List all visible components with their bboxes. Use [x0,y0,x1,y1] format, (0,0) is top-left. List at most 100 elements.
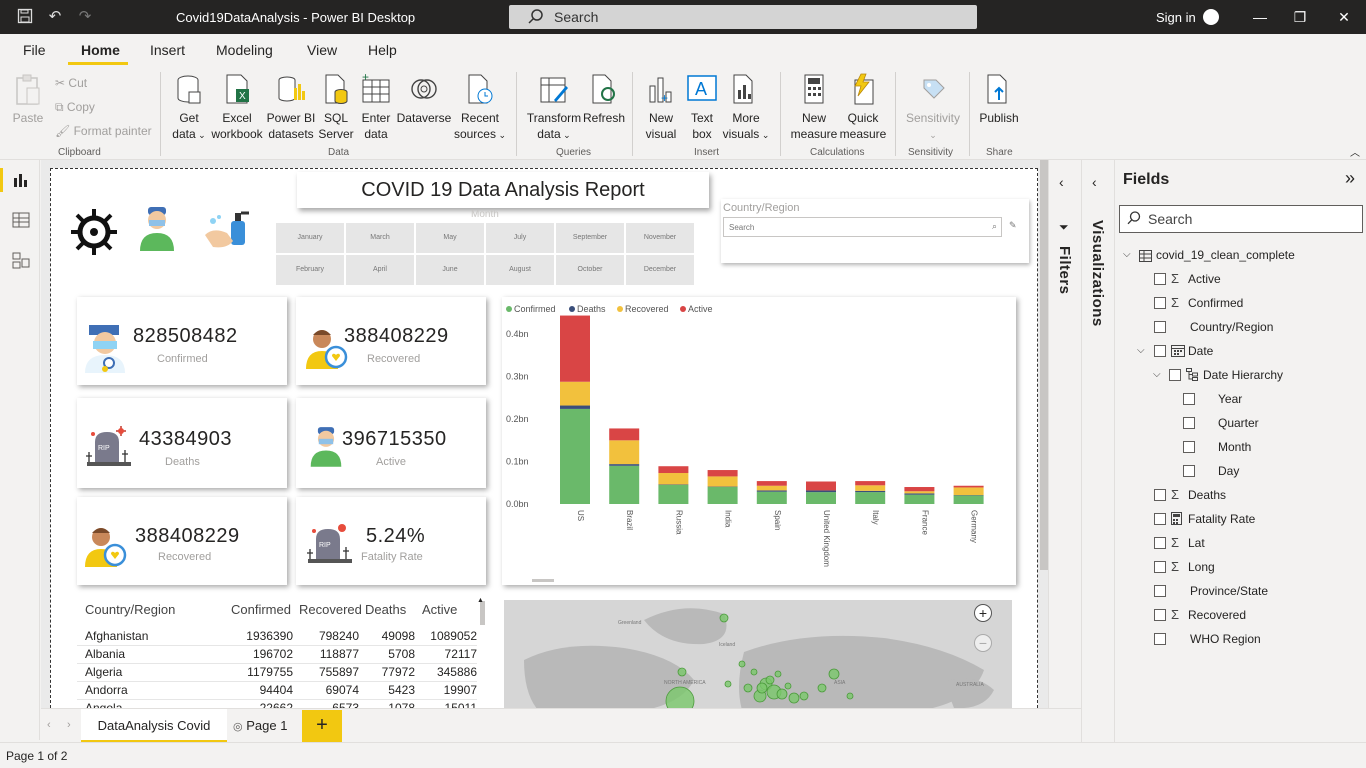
format-painter-button[interactable]: 🖌 Format painter [55,124,152,138]
month-button[interactable]: December [626,255,694,285]
table-header[interactable]: Deaths [365,602,406,617]
menu-view[interactable]: View [307,42,337,58]
field-checkbox[interactable] [1154,561,1166,573]
search-box[interactable]: Search [509,5,977,29]
transform-data-button[interactable]: Transform data ⌄ [524,72,584,143]
more-visuals-button[interactable]: More visuals ⌄ [722,72,770,143]
avatar[interactable] [1203,9,1219,25]
field-item[interactable]: Country/Region [1115,318,1365,336]
map-bubble[interactable] [774,670,782,678]
recent-sources-button[interactable]: Recent sources ⌄ [453,72,507,143]
field-item[interactable]: Σ Deaths [1115,486,1365,504]
chart-scrollbar[interactable] [532,579,554,582]
dataverse-button[interactable]: Dataverse [396,72,452,126]
map-bubble[interactable] [799,691,809,701]
sign-in-link[interactable]: Sign in [1156,10,1196,25]
eraser-icon[interactable]: ✎ [1009,220,1017,231]
excel-workbook-button[interactable]: X Excel workbook [210,72,264,142]
kpi-card-confirmed[interactable]: 828508482 Confirmed [77,297,287,385]
menu-home[interactable]: Home [81,42,120,58]
kpi-card-recovered[interactable]: 388408229 Recovered [296,297,486,385]
month-button[interactable]: June [416,255,484,285]
visualizations-pane[interactable]: ‹ Visualizations [1081,160,1114,742]
refresh-button[interactable]: Refresh [583,72,625,126]
country-table[interactable]: ▲ Country/Region Confirmed Recovered Deaths… [77,597,487,708]
publish-button[interactable]: Publish [978,72,1020,126]
field-checkbox[interactable] [1154,273,1166,285]
map-bubble[interactable] [828,668,840,680]
map-bubble[interactable] [765,675,775,685]
data-view-icon[interactable] [11,210,31,230]
field-checkbox[interactable] [1154,345,1166,357]
map-bubble[interactable] [719,613,729,623]
map-bubble[interactable] [817,683,827,693]
field-checkbox[interactable] [1183,417,1195,429]
month-button[interactable]: February [276,255,344,285]
powerbi-datasets-button[interactable]: Power BI datasets [266,72,316,142]
map-bubble[interactable] [788,692,800,704]
redo-icon[interactable]: ↷ [76,8,94,26]
collapse-ribbon-icon[interactable]: ︿ [1350,144,1360,159]
field-item[interactable]: WHO Region [1115,630,1365,648]
field-checkbox[interactable] [1154,513,1166,525]
restore-icon[interactable]: ❐ [1292,9,1308,25]
field-checkbox[interactable] [1154,585,1166,597]
month-button[interactable]: August [486,255,554,285]
field-checkbox[interactable] [1169,369,1181,381]
field-checkbox[interactable] [1154,321,1166,333]
table-scrollbar[interactable] [480,601,485,625]
new-measure-button[interactable]: New measure [790,72,838,142]
next-page-icon[interactable]: › [67,719,71,731]
bubble-map[interactable]: Greenland Iceland NORTH AMERICA ASIA AUSTRAL… [504,600,1012,708]
menu-insert[interactable]: Insert [150,42,185,58]
month-button[interactable]: April [346,255,414,285]
field-item[interactable]: ⌵ Date Hierarchy [1115,366,1365,384]
month-button[interactable]: January [276,223,344,253]
table-header[interactable]: Recovered [299,602,362,617]
month-button[interactable]: September [556,223,624,253]
table-header[interactable]: Active [422,602,457,617]
stacked-bar-chart[interactable]: Confirmed Deaths Recovered Active 0.0bn 0.1bn… [502,297,1016,585]
paste-button[interactable]: Paste [10,72,46,126]
field-item[interactable]: Day [1115,462,1365,480]
table-header[interactable]: Country/Region [85,602,175,617]
map-bubble[interactable] [738,660,746,668]
minimize-icon[interactable]: — [1252,9,1268,25]
save-icon[interactable] [16,8,34,26]
map-bubble[interactable] [677,667,687,677]
table-header[interactable]: Confirmed [231,602,291,617]
field-item[interactable]: Σ Active [1115,270,1365,288]
page-tab-active[interactable]: DataAnalysis Covid [81,709,227,743]
field-item[interactable]: ⌵ Date [1115,342,1365,360]
kpi-card-recovered-2[interactable]: 388408229 Recovered [77,497,287,585]
field-item[interactable]: Province/State [1115,582,1365,600]
map-bubble[interactable] [750,668,758,676]
map-bubble[interactable] [846,692,854,700]
field-checkbox[interactable] [1183,465,1195,477]
text-box-button[interactable]: A Text box [684,72,720,142]
model-view-icon[interactable] [11,250,31,270]
fields-search-input[interactable]: Search [1119,205,1363,233]
expand-chevron-icon[interactable]: ⌵ [1153,366,1161,384]
kpi-card-fatality-rate[interactable]: RIP 5.24% Fatality Rate [296,497,486,585]
field-checkbox[interactable] [1183,441,1195,453]
month-button[interactable]: November [626,223,694,253]
kpi-card-active[interactable]: 396715350 Active [296,398,486,488]
page-tab-page1[interactable]: ◎ Page 1 [233,709,297,743]
field-item[interactable]: Σ Long [1115,558,1365,576]
prev-page-icon[interactable]: ‹ [47,719,51,731]
field-item[interactable]: Year [1115,390,1365,408]
menu-modeling[interactable]: Modeling [216,42,273,58]
field-item[interactable]: Σ Confirmed [1115,294,1365,312]
country-search-input[interactable]: Search ⌕ [723,217,1002,237]
expand-chevron-icon[interactable]: ⌵ [1123,246,1131,264]
filters-pane[interactable]: ‹ ⏷ Filters [1048,160,1081,708]
menu-help[interactable]: Help [368,42,397,58]
add-page-button[interactable]: + [302,710,342,742]
menu-file[interactable]: File [23,42,46,58]
canvas-scrollbar[interactable] [1040,160,1048,570]
field-table[interactable]: ⌵ covid_19_clean_complete [1115,246,1365,264]
map-bubble[interactable] [724,680,732,688]
field-checkbox[interactable] [1183,393,1195,405]
zoom-out-icon[interactable]: − [974,634,992,652]
